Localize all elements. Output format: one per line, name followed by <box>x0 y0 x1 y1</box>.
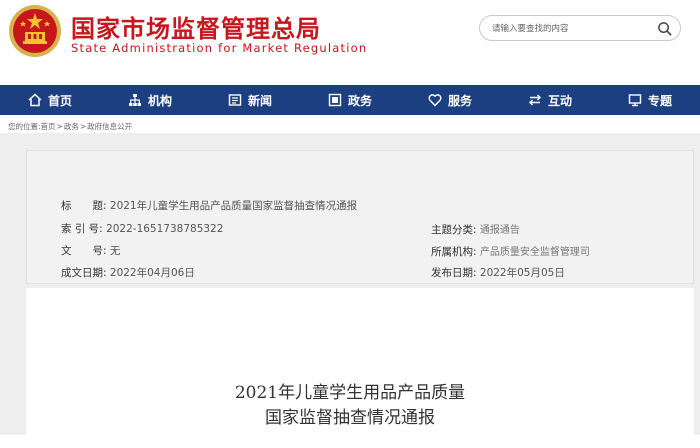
breadcrumb-info-disclosure[interactable]: 政府信息公开 <box>87 122 132 131</box>
written-date-value: 2022年04月06日 <box>109 267 195 279</box>
org-chart-icon <box>128 94 141 106</box>
nav-item-label: 政务 <box>347 93 372 108</box>
info-row-written-date: 成文日期: 2022年04月06日 <box>61 265 195 280</box>
publish-date-value: 2022年05月05日 <box>479 267 565 279</box>
breadcrumb-separator: > <box>56 122 63 131</box>
newspaper-icon <box>228 94 242 106</box>
nav-item-label: 首页 <box>47 93 72 108</box>
nav-item-label: 新闻 <box>247 93 272 108</box>
nav-item-label: 专题 <box>647 93 672 108</box>
nav-item-government-affairs[interactable]: 政务 <box>300 85 400 115</box>
government-icon <box>328 93 342 107</box>
doc-number-label: 文 号: <box>61 245 107 257</box>
home-icon <box>28 93 42 107</box>
document-title-line-2: 国家监督抽查情况通报 <box>265 408 435 428</box>
breadcrumb: 您的位置:首页>政务>政府信息公开 <box>8 121 132 132</box>
nav-item-services[interactable]: 服务 <box>400 85 500 115</box>
topic-value: 通报通告 <box>479 225 520 236</box>
breadcrumb-separator: > <box>79 122 87 131</box>
search-input[interactable] <box>490 20 654 38</box>
written-date-label: 成文日期: <box>61 267 107 279</box>
nav-item-label: 机构 <box>147 93 172 108</box>
publish-date-label: 发布日期: <box>431 267 477 279</box>
topic-board-icon <box>628 94 642 107</box>
nav-item-organization[interactable]: 机构 <box>100 85 200 115</box>
document-info-box: 标 题: 2021年儿童学生用品产品质量国家监督抽查情况通报 索 引 号: 20… <box>26 150 694 284</box>
site-header: 国家市场监督管理总局 State Administration for Mark… <box>0 0 700 85</box>
nav-item-news[interactable]: 新闻 <box>200 85 300 115</box>
breadcrumb-home[interactable]: 您的位置:首页 <box>8 122 56 131</box>
nav-item-home[interactable]: 首页 <box>0 85 100 115</box>
nav-item-interaction[interactable]: 互动 <box>500 85 600 115</box>
search-icon[interactable] <box>657 21 672 36</box>
organization-value: 产品质量安全监督管理司 <box>479 247 590 258</box>
heart-icon <box>428 94 442 107</box>
nav-item-label: 互动 <box>547 93 572 108</box>
document-title-line-1: 2021年儿童学生用品产品质量 <box>234 383 466 403</box>
exchange-arrows-icon <box>528 94 541 106</box>
organization-label: 所属机构: <box>431 246 477 258</box>
info-row-publish-date: 发布日期: 2022年05月05日 <box>431 265 565 280</box>
main-nav: 首页 机构 新闻 政务 服务 互动 专题 <box>0 85 700 115</box>
nav-item-label: 服务 <box>447 93 472 108</box>
index-label: 索 引 号: <box>61 223 103 235</box>
site-subtitle: State Administration for Market Regulati… <box>71 41 368 55</box>
doc-number-value: 无 <box>109 245 121 257</box>
breadcrumb-government-affairs[interactable]: 政务 <box>64 122 79 131</box>
site-title[interactable]: 国家市场监督管理总局 <box>71 9 321 44</box>
nav-item-topics[interactable]: 专题 <box>600 85 700 115</box>
info-row-organization: 所属机构: 产品质量安全监督管理司 <box>431 243 590 259</box>
search-box <box>479 15 681 41</box>
info-row-doc-number: 文 号: 无 <box>61 243 120 258</box>
index-value: 2022-1651738785322 <box>106 223 224 235</box>
title-value: 2021年儿童学生用品产品质量国家监督抽查情况通报 <box>109 200 358 212</box>
info-row-title: 标 题: 2021年儿童学生用品产品质量国家监督抽查情况通报 <box>61 198 357 213</box>
title-label: 标 题: <box>61 200 107 212</box>
info-row-index: 索 引 号: 2022-1651738785322 <box>61 221 223 236</box>
topic-label: 主题分类: <box>431 224 477 236</box>
info-row-topic: 主题分类: 通报通告 <box>431 221 520 237</box>
national-emblem-icon[interactable] <box>8 4 62 58</box>
